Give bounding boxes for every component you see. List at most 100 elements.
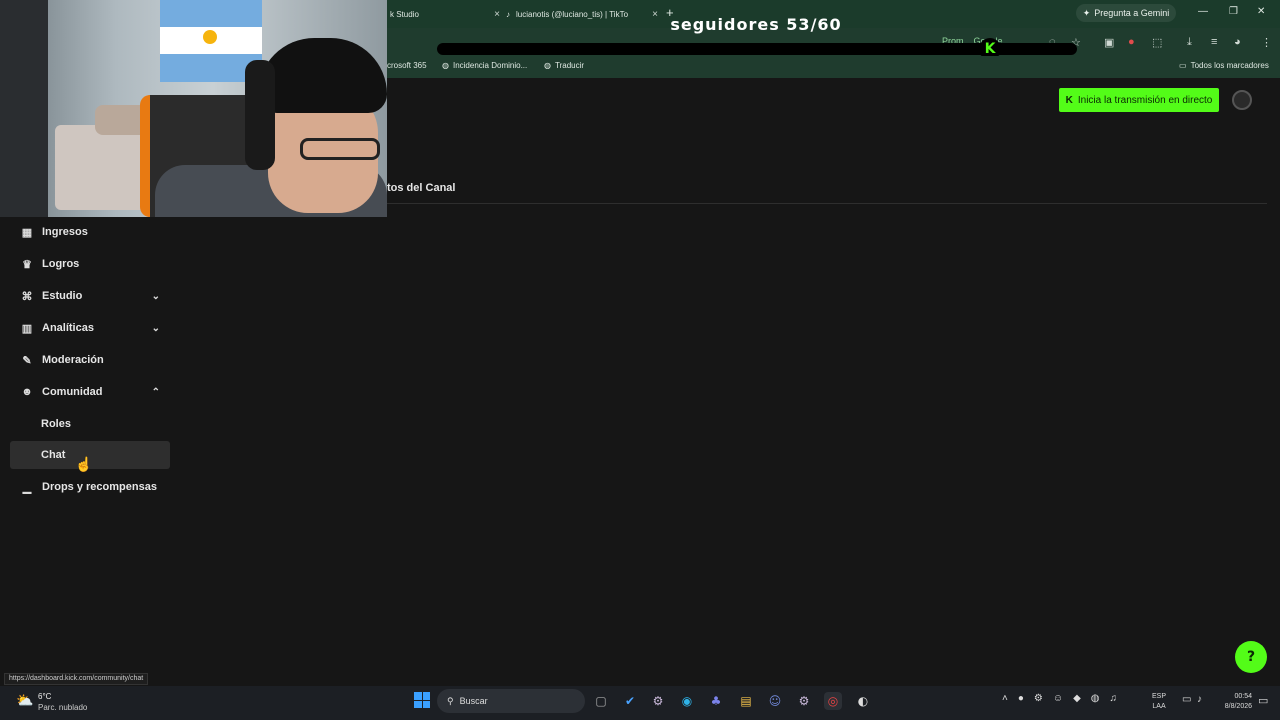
glasses — [300, 138, 380, 160]
search-placeholder: Buscar — [459, 696, 488, 706]
windows-start-icon[interactable] — [414, 692, 430, 708]
edge-icon[interactable]: ◉ — [678, 692, 696, 710]
status-url: https://dashboard.kick.com/community/cha… — [4, 673, 149, 685]
all-bookmarks[interactable]: ▭ Todos los marcadores — [1179, 61, 1269, 70]
globe-icon: ◍ — [442, 61, 449, 70]
sidebar-item-moderacion[interactable]: ✎ Moderación — [10, 346, 170, 374]
tray-app-icon-3[interactable]: ◍ — [1091, 693, 1100, 704]
maximize-icon[interactable]: ❐ — [1229, 6, 1238, 17]
tray-discord-icon[interactable]: ☺ — [1053, 693, 1063, 704]
chrome-icon[interactable]: ◎ — [824, 692, 842, 710]
kick-icon: K — [1065, 94, 1073, 106]
bookmark-label: crosoft 365 — [387, 61, 427, 70]
section-divider — [387, 203, 1267, 204]
chevron-up-icon[interactable]: ⌃ — [152, 387, 160, 398]
todo-icon[interactable]: ✔ — [621, 692, 639, 710]
sparkle-icon: ✦ — [1082, 7, 1091, 18]
system-tray[interactable]: ˄ ● ⚙ ☺ ◆ ◍ ♫ — [1002, 693, 1117, 704]
microphone-icon[interactable]: ♫ — [1110, 693, 1118, 704]
search-icon: ⚲ — [447, 695, 454, 706]
followers-goal-label: seguidores 53/60 — [670, 15, 842, 34]
sidebar-item-label: Drops y recompensas — [42, 481, 157, 493]
chevron-down-icon[interactable]: ⌄ — [152, 323, 160, 334]
profile-icon[interactable]: ◕ — [1234, 36, 1241, 48]
bookmark-item[interactable]: crosoft 365 — [387, 61, 427, 70]
steam-icon[interactable]: ⚙ — [649, 692, 667, 710]
bookmark-label: Incidencia Dominio... — [452, 61, 528, 70]
revenue-icon: ▦ — [21, 226, 33, 239]
sidebar-item-label: Comunidad — [42, 386, 103, 398]
tab-studio[interactable]: k Studio × — [390, 4, 500, 24]
wrench-icon: ✎ — [22, 354, 32, 367]
clock-date: 8/8/2026 — [1224, 703, 1252, 710]
tab-label: k Studio — [390, 9, 419, 19]
task-view-icon[interactable]: ▢ — [592, 692, 610, 710]
sidebar-item-label: Chat — [41, 449, 66, 461]
sidebar-item-analiticas[interactable]: ▥ Analíticas ⌄ — [10, 314, 170, 342]
studio-icon: ⌘ — [21, 290, 33, 303]
chevron-down-icon[interactable]: ⌄ — [152, 291, 160, 302]
all-bookmarks-label: Todos los marcadores — [1190, 61, 1269, 70]
start-stream-button[interactable]: K Inicia la transmisión en directo — [1059, 88, 1219, 112]
sidebar-item-logros[interactable]: ♛ Logros — [10, 250, 170, 278]
sidebar-item-estudio[interactable]: ⌘ Estudio ⌄ — [10, 282, 170, 310]
weather-icon[interactable]: ⛅ — [16, 692, 33, 709]
bookmark-item[interactable]: ◍ Traducir — [544, 61, 584, 70]
translate-icon[interactable]: ▣ — [1104, 36, 1114, 49]
download-icon[interactable]: ⤓ — [1187, 36, 1192, 49]
extension-icon[interactable]: ● — [1128, 36, 1135, 48]
sidebar-item-label: Analíticas — [42, 322, 94, 334]
language-indicator[interactable]: ESP LAA — [1152, 692, 1166, 712]
puzzle-icon[interactable]: ⬚ — [1152, 36, 1162, 49]
close-window-icon[interactable]: ✕ — [1257, 6, 1265, 17]
sidebar-item-label: Roles — [41, 418, 71, 430]
sidebar-item-label: Ingresos — [42, 226, 88, 238]
teams-icon[interactable]: ♣ — [707, 692, 725, 710]
sidebar-item-drops[interactable]: ▁ Drops y recompensas — [10, 473, 170, 501]
section-title: tos del Canal — [387, 182, 456, 194]
sidebar-item-label: Estudio — [42, 290, 83, 302]
system-clock[interactable]: 00:54 8/8/2026 — [1208, 692, 1252, 712]
hand-cursor-icon: ☝ — [75, 456, 93, 472]
user-avatar[interactable] — [1232, 90, 1252, 110]
reading-list-icon[interactable]: ≡ — [1211, 36, 1217, 48]
tiktok-icon: ♪ — [506, 9, 510, 19]
weather-temp[interactable]: 6°C — [38, 692, 51, 701]
volume-icon[interactable]: ♪ — [1197, 694, 1202, 705]
weather-desc[interactable]: Parc. nublado — [38, 703, 87, 712]
tray-app-icon-2[interactable]: ◆ — [1073, 693, 1081, 704]
network-icon[interactable]: ▭ — [1182, 694, 1191, 705]
tab-close-icon[interactable]: × — [494, 9, 500, 20]
notification-icon[interactable]: ▭ — [1258, 694, 1268, 707]
community-icon: ☻ — [21, 386, 33, 398]
headset — [245, 60, 275, 170]
taskbar-search[interactable]: ⚲ Buscar — [437, 689, 585, 713]
menu-icon[interactable]: ⋮ — [1261, 36, 1272, 49]
sidebar-item-label: Logros — [42, 258, 80, 270]
discord-icon[interactable]: ☺ — [766, 692, 784, 710]
webcam-dark-corner — [0, 0, 48, 217]
tray-app-icon[interactable]: ● — [1018, 693, 1024, 704]
obs-icon[interactable]: ◐ — [854, 692, 872, 710]
bookmark-label: Traducir — [554, 61, 585, 70]
trophy-icon: ♛ — [22, 258, 32, 271]
help-chat-icon[interactable]: ? — [1235, 641, 1267, 673]
sidebar-item-roles[interactable]: Roles — [10, 410, 170, 438]
chevron-up-icon[interactable]: ˄ — [1002, 693, 1008, 704]
clock-time: 00:54 — [1234, 693, 1252, 700]
gemini-button[interactable]: ✦ Pregunta a Gemini — [1076, 4, 1176, 22]
tray-steam-icon[interactable]: ⚙ — [1034, 693, 1043, 704]
flag-sun — [203, 30, 217, 44]
steam-icon-2[interactable]: ⚙ — [795, 692, 813, 710]
sidebar-item-ingresos[interactable]: ▦ Ingresos — [10, 218, 170, 246]
analytics-icon: ▥ — [21, 322, 33, 335]
webcam-overlay — [0, 0, 387, 217]
drops-icon: ▁ — [22, 481, 32, 494]
bookmark-item[interactable]: ◍ Incidencia Dominio... — [442, 61, 527, 70]
lang-top: ESP — [1152, 693, 1167, 700]
sidebar-item-comunidad[interactable]: ☻ Comunidad ⌃ — [10, 378, 170, 406]
file-explorer-icon[interactable]: ▤ — [737, 692, 755, 710]
minimize-icon[interactable]: — — [1198, 6, 1208, 17]
start-stream-label: Inicia la transmisión en directo — [1077, 94, 1213, 106]
globe-icon: ◍ — [544, 61, 551, 70]
